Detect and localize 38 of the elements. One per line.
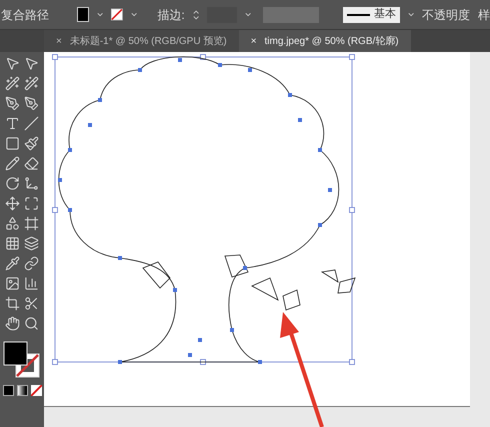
opacity-label: 不透明度 bbox=[422, 6, 470, 24]
stroke-style-field[interactable]: 基本 bbox=[343, 6, 400, 22]
selection-arrow-icon[interactable] bbox=[5, 56, 20, 71]
graph-icon[interactable] bbox=[24, 276, 39, 291]
document-tab[interactable]: × timg.jpeg* @ 50% (RGB/轮廓) bbox=[238, 30, 411, 52]
gradient-mode-icon[interactable] bbox=[16, 385, 28, 396]
eyedropper-icon[interactable] bbox=[5, 256, 20, 271]
document-tab[interactable]: × 未标题-1* @ 50% (RGB/GPU 预览) bbox=[44, 30, 239, 52]
rotate-icon[interactable] bbox=[5, 176, 20, 191]
caret-icon[interactable] bbox=[131, 12, 138, 17]
rectangle-icon[interactable] bbox=[5, 136, 20, 151]
pencil-icon[interactable] bbox=[5, 156, 20, 171]
mesh-icon[interactable] bbox=[5, 236, 20, 251]
caret-icon[interactable] bbox=[244, 12, 251, 17]
brush-icon[interactable] bbox=[24, 136, 39, 151]
variable-width-field[interactable] bbox=[262, 6, 320, 22]
zoom-icon[interactable] bbox=[24, 316, 39, 331]
fill-swatch[interactable] bbox=[77, 7, 90, 22]
hand-icon[interactable] bbox=[5, 316, 20, 331]
eraser-icon[interactable] bbox=[24, 156, 39, 171]
style-label: 样 bbox=[478, 6, 490, 24]
wand-icon[interactable] bbox=[5, 76, 20, 91]
none-mode-icon[interactable] bbox=[30, 385, 42, 396]
close-icon[interactable]: × bbox=[250, 34, 257, 48]
direct-select-icon[interactable] bbox=[24, 56, 39, 71]
line-icon[interactable] bbox=[24, 116, 39, 131]
caret-icon[interactable] bbox=[408, 12, 414, 17]
close-icon[interactable]: × bbox=[56, 34, 62, 48]
shape-builder-icon[interactable] bbox=[5, 216, 20, 231]
fill-stroke-swatches-drawing[interactable] bbox=[3, 341, 41, 379]
type-icon[interactable] bbox=[5, 116, 20, 131]
caret-icon[interactable] bbox=[97, 12, 104, 17]
color-mode-icon[interactable] bbox=[2, 385, 14, 396]
object-type-label: 复合路径 bbox=[1, 6, 49, 24]
stroke-none-swatch[interactable] bbox=[111, 7, 124, 22]
stroke-label: 描边: bbox=[157, 6, 185, 24]
stepper-icon[interactable] bbox=[192, 8, 199, 22]
pen-icon[interactable] bbox=[5, 96, 20, 111]
